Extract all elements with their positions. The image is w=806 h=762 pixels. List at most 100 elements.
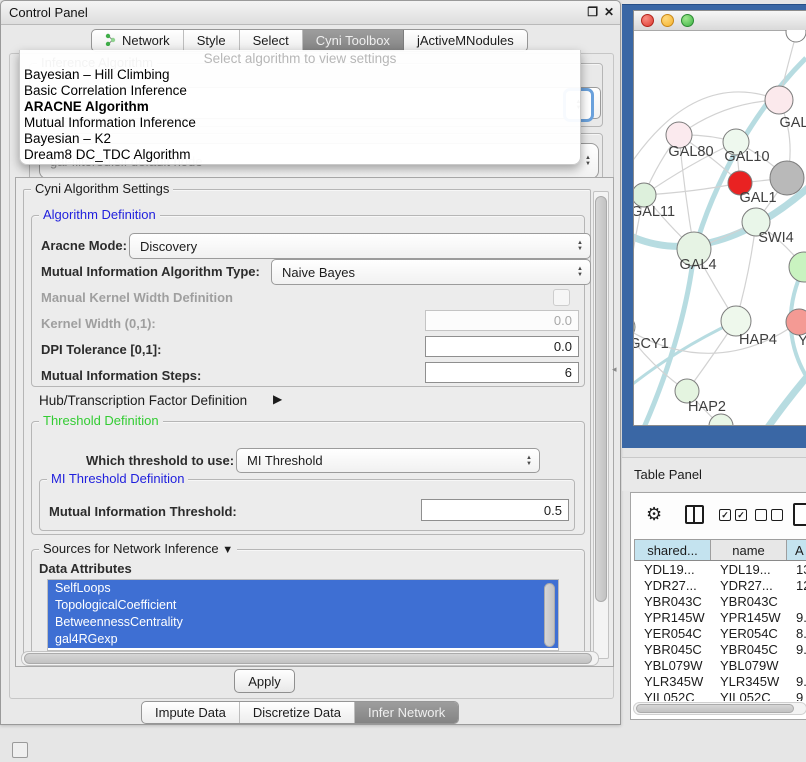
tab-cyni-toolbox[interactable]: Cyni Toolbox [303,30,404,51]
tab-discretize-data[interactable]: Discretize Data [240,702,355,723]
table-row[interactable]: YPR145WYPR145W9. [635,610,806,626]
panel-divider-arrow-icon[interactable]: ◂ [612,364,617,375]
table-hscrollbar-thumb[interactable] [636,704,794,713]
table-panel-window: ⚙ ✓ ✓ shared... name A YDL19...YDL19...1… [630,492,806,720]
algorithm-dropdown: Select algorithm to view settings Bayesi… [19,50,581,165]
dropdown-item[interactable]: Bayesian – K2 [20,131,580,147]
edge [752,360,806,425]
table-row[interactable]: YIL052CYIL052C9 [635,690,806,701]
bottom-tabbar: Impute Data Discretize Data Infer Networ… [141,701,459,724]
list-item[interactable]: BetweennessCentrality [48,614,558,631]
control-panel-titlebar[interactable]: Control Panel ❐ ✕ [1,1,620,25]
node-label: GAL1 [739,190,776,206]
column-header-a[interactable]: A [787,540,806,560]
stepper-down-icon: ▼ [577,272,583,278]
which-threshold-combo[interactable]: MI Threshold ▲▼ [236,448,540,473]
tab-impute-data-label: Impute Data [155,705,226,720]
new-column-icon[interactable] [793,503,806,526]
dropdown-item-aracne[interactable]: ARACNE Algorithm [20,99,580,115]
column-header-shared-name[interactable]: shared... [635,540,711,560]
node[interactable] [786,30,806,42]
zoom-traffic-light[interactable] [681,14,694,27]
table-body[interactable]: YDL19...YDL19...13 YDR27...YDR27...12 YB… [635,562,806,701]
deselect-all-checkboxes-icon[interactable] [755,509,783,521]
minimize-traffic-light[interactable] [661,14,674,27]
table-row[interactable]: YLR345WYLR345W9. [635,674,806,690]
manual-kernel-checkbox[interactable] [553,289,570,306]
edge [634,92,779,182]
tab-discretize-data-label: Discretize Data [253,705,341,720]
tab-select[interactable]: Select [240,30,303,51]
table-hscrollbar[interactable] [633,702,806,715]
data-attributes-label: Data Attributes [39,561,132,576]
dropdown-item[interactable]: Basic Correlation Inference [20,83,580,99]
node-label: GCY1 [634,336,669,352]
which-threshold-label: Which threshold to use: [86,453,234,468]
close-icon[interactable]: ✕ [604,5,614,19]
mi-threshold-legend: MI Threshold Definition [47,471,188,486]
dropdown-item[interactable]: Mutual Information Inference [20,115,580,131]
node-label: GAL11 [634,204,675,220]
mi-type-combo[interactable]: Naive Bayes ▲▼ [271,259,591,285]
table-row[interactable]: YDR27...YDR27...12 [635,578,806,594]
sources-collapse-icon[interactable]: ▼ [222,544,233,556]
split-columns-icon[interactable] [685,505,704,524]
settings-hscrollbar-thumb[interactable] [24,653,592,664]
list-item[interactable]: SelfLoops [48,580,558,597]
window-title: Control Panel [9,5,88,20]
tab-impute-data[interactable]: Impute Data [142,702,240,723]
close-traffic-light[interactable] [641,14,654,27]
control-panel-tabbar: Network Style Select Cyni Toolbox jActiv… [91,29,528,52]
tab-style[interactable]: Style [184,30,240,51]
network-window[interactable]: GAL GAL80 GAL10 GAL1 GAL11 SWI4 GAL4 HAP… [633,10,806,426]
node-label: GAL4 [679,257,716,273]
dpi-tolerance-field[interactable]: 0.0 [425,336,579,357]
aracne-mode-label: Aracne Mode: [41,238,127,253]
list-vscrollbar-thumb[interactable] [544,583,555,647]
network-view-frame: GAL GAL80 GAL10 GAL1 GAL11 SWI4 GAL4 HAP… [622,4,806,448]
list-item[interactable]: TopologicalCoefficient [48,597,558,614]
node[interactable] [765,86,793,114]
list-item[interactable]: gal4RGexp [48,631,558,648]
table-panel-title: Table Panel [634,467,702,482]
network-icon [105,33,117,49]
network-window-titlebar[interactable] [634,11,806,31]
select-all-checkboxes-icon[interactable]: ✓ ✓ [719,509,747,521]
table-row[interactable]: YDL19...YDL19...13 [635,562,806,578]
node[interactable] [786,309,806,335]
tab-infer-network[interactable]: Infer Network [355,702,458,723]
mi-threshold-field[interactable]: 0.5 [421,499,569,521]
network-canvas[interactable]: GAL GAL80 GAL10 GAL1 GAL11 SWI4 GAL4 HAP… [634,30,806,425]
gear-icon[interactable]: ⚙ [646,504,662,525]
table-row[interactable]: YBR043CYBR043C [635,594,806,610]
table-panel-titlebar[interactable]: Table Panel [622,457,806,491]
mi-steps-field[interactable]: 6 [425,362,579,383]
settings-vscrollbar-thumb[interactable] [595,196,607,602]
node[interactable] [709,414,733,425]
mi-threshold-value: 0.5 [544,503,562,518]
restore-icon[interactable]: ❐ [587,5,598,19]
tab-network[interactable]: Network [92,30,184,51]
sources-legend[interactable]: Sources for Network Inference ▼ [39,541,237,556]
apply-button[interactable]: Apply [234,669,295,693]
column-header-name[interactable]: name [711,540,787,560]
tab-cyni-toolbox-label: Cyni Toolbox [316,33,390,48]
apply-button-label: Apply [248,674,281,689]
table-header-row: shared... name A [634,539,806,561]
table-row[interactable]: YBR045CYBR045C9. [635,642,806,658]
hub-expander-label[interactable]: Hub/Transcription Factor Definition [39,393,247,408]
hub-expander-arrow-icon[interactable]: ▶ [273,392,282,406]
aracne-mode-combo[interactable]: Discovery ▲▼ [129,233,591,259]
node[interactable] [789,252,806,282]
settings-vscrollbar[interactable] [593,191,609,659]
dropdown-item[interactable]: Dream8 DC_TDC Algorithm [20,147,580,163]
restore-panel-button[interactable] [12,742,28,758]
settings-hscrollbar[interactable] [21,651,599,666]
data-attributes-list[interactable]: SelfLoops TopologicalCoefficient Between… [47,579,559,651]
aracne-mode-value: Discovery [140,239,197,254]
table-row[interactable]: YBL079WYBL079W [635,658,806,674]
table-row[interactable]: YER054CYER054C8. [635,626,806,642]
manual-kernel-label: Manual Kernel Width Definition [41,290,233,305]
tab-jactivemnodules[interactable]: jActiveMNodules [404,30,527,51]
dropdown-item[interactable]: Bayesian – Hill Climbing [20,67,580,83]
